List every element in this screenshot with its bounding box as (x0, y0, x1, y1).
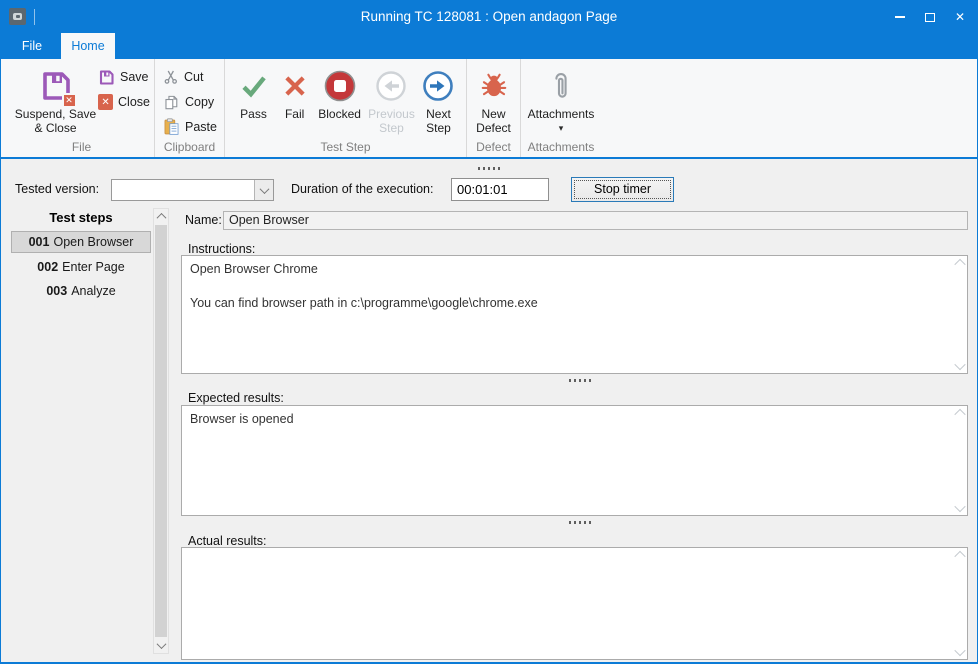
previous-step-icon (375, 65, 407, 107)
suspend-save-icon: ✕ (39, 65, 73, 107)
fail-x-icon (281, 65, 309, 107)
attachments-dropdown-icon[interactable]: ▾ (559, 124, 564, 132)
scissors-icon (163, 69, 179, 85)
instructions-textarea[interactable]: Open Browser Chrome You can find browser… (181, 255, 968, 374)
title-bar: Running TC 128081 : Open andagon Page ✕ (1, 1, 977, 33)
suspend-save-close-button[interactable]: ✕ Suspend, Save & Close (13, 61, 98, 139)
scroll-up-button[interactable] (952, 548, 967, 562)
tab-file[interactable]: File (9, 33, 55, 59)
blocked-stop-icon (323, 65, 357, 107)
scroll-down-button[interactable] (952, 359, 967, 373)
close-x-icon: ✕ (98, 94, 113, 110)
tested-version-combobox[interactable] (111, 179, 274, 201)
group-label-defect: Defect (471, 139, 516, 157)
instructions-label: Instructions: (188, 242, 255, 256)
step-detail-panel: Name: Open Browser Instructions: Open Br… (181, 208, 968, 657)
app-window: Running TC 128081 : Open andagon Page ✕ … (0, 0, 978, 664)
chevron-up-icon (156, 213, 166, 223)
expected-results-textarea[interactable]: Browser is opened (181, 405, 968, 516)
expected-results-scrollbar[interactable] (952, 406, 967, 515)
name-field[interactable]: Open Browser (223, 211, 968, 230)
close-document-button[interactable]: ✕ Close (98, 92, 150, 112)
next-step-icon (422, 65, 454, 107)
chevron-up-icon (954, 259, 965, 270)
chevron-down-icon (954, 501, 965, 512)
tab-home[interactable]: Home (61, 33, 115, 59)
tested-version-label: Tested version: (15, 182, 99, 196)
copy-icon (163, 94, 180, 111)
chevron-up-icon (954, 409, 965, 420)
ribbon-group-attachments: Attachments ▾ Attachments (521, 59, 601, 157)
cut-button[interactable]: Cut (163, 67, 220, 87)
window-title: Running TC 128081 : Open andagon Page (1, 1, 977, 33)
splitter-handle-instructions[interactable] (569, 379, 593, 382)
group-label-clipboard: Clipboard (159, 139, 220, 157)
chevron-down-icon (259, 184, 269, 194)
blocked-button[interactable]: Blocked (313, 61, 366, 139)
minimize-icon (895, 16, 905, 18)
save-button[interactable]: Save (98, 67, 150, 87)
scroll-down-button[interactable] (952, 501, 967, 515)
duration-input[interactable]: 00:01:01 (451, 178, 549, 201)
ribbon-group-test-step: Pass Fail (225, 59, 467, 157)
chevron-down-icon (954, 359, 965, 370)
test-steps-panel: Test steps 001 Open Browser 002 Enter Pa… (9, 208, 169, 654)
fail-button[interactable]: Fail (276, 61, 313, 139)
combobox-dropdown-button[interactable] (254, 180, 273, 200)
actual-results-textarea[interactable] (181, 547, 968, 660)
content-area: Tested version: Duration of the executio… (1, 161, 977, 662)
test-steps-scrollbar[interactable] (153, 208, 169, 654)
pass-button[interactable]: Pass (231, 61, 276, 139)
group-label-file: File (13, 139, 150, 157)
close-icon: ✕ (955, 11, 965, 23)
ribbon-tab-row: File Home (1, 33, 977, 59)
scroll-down-button[interactable] (952, 645, 967, 659)
paperclip-icon (550, 65, 572, 107)
ribbon-group-clipboard: Cut Copy (155, 59, 225, 157)
next-step-button[interactable]: Next Step (417, 61, 460, 139)
actual-results-scrollbar[interactable] (952, 548, 967, 659)
test-step-item-3[interactable]: 003 Analyze (11, 280, 151, 302)
test-step-item-1[interactable]: 001 Open Browser (11, 231, 151, 253)
test-step-item-2[interactable]: 002 Enter Page (11, 256, 151, 278)
chevron-down-icon (156, 639, 166, 649)
paste-button[interactable]: Paste (163, 117, 220, 137)
close-button[interactable]: ✕ (945, 1, 975, 33)
suspend-badge-x-icon: ✕ (62, 93, 77, 108)
copy-button[interactable]: Copy (163, 92, 220, 112)
stop-timer-button[interactable]: Stop timer (571, 177, 674, 202)
scroll-down-button[interactable] (154, 638, 168, 653)
splitter-handle-expected[interactable] (569, 521, 593, 524)
new-defect-button[interactable]: New Defect (471, 61, 516, 139)
ribbon: ✕ Suspend, Save & Close Save ✕ (1, 59, 977, 159)
previous-step-button: Previous Step (366, 61, 417, 139)
scroll-up-button[interactable] (154, 209, 168, 224)
group-label-test-step: Test Step (229, 139, 462, 157)
chevron-down-icon (954, 645, 965, 656)
group-label-attachments: Attachments (525, 139, 597, 157)
splitter-handle-top[interactable] (478, 167, 502, 170)
test-steps-header: Test steps (9, 210, 153, 225)
attachments-button[interactable]: Attachments ▾ (525, 61, 597, 139)
duration-label: Duration of the execution: (291, 182, 433, 196)
maximize-icon (925, 13, 935, 22)
bug-icon (479, 65, 509, 107)
chevron-up-icon (954, 551, 965, 562)
expected-results-label: Expected results: (188, 391, 284, 405)
paste-icon (163, 118, 180, 136)
maximize-button[interactable] (915, 1, 945, 33)
name-label: Name: (185, 213, 222, 227)
tested-version-value (112, 180, 254, 200)
pass-check-icon (239, 65, 269, 107)
actual-results-label: Actual results: (188, 534, 267, 548)
minimize-button[interactable] (885, 1, 915, 33)
scrollbar-thumb[interactable] (155, 225, 167, 637)
scroll-up-button[interactable] (952, 256, 967, 270)
window-controls: ✕ (885, 1, 975, 33)
ribbon-group-file: ✕ Suspend, Save & Close Save ✕ (9, 59, 155, 157)
instructions-scrollbar[interactable] (952, 256, 967, 373)
scroll-up-button[interactable] (952, 406, 967, 420)
save-icon (98, 69, 115, 86)
ribbon-group-defect: New Defect Defect (467, 59, 521, 157)
